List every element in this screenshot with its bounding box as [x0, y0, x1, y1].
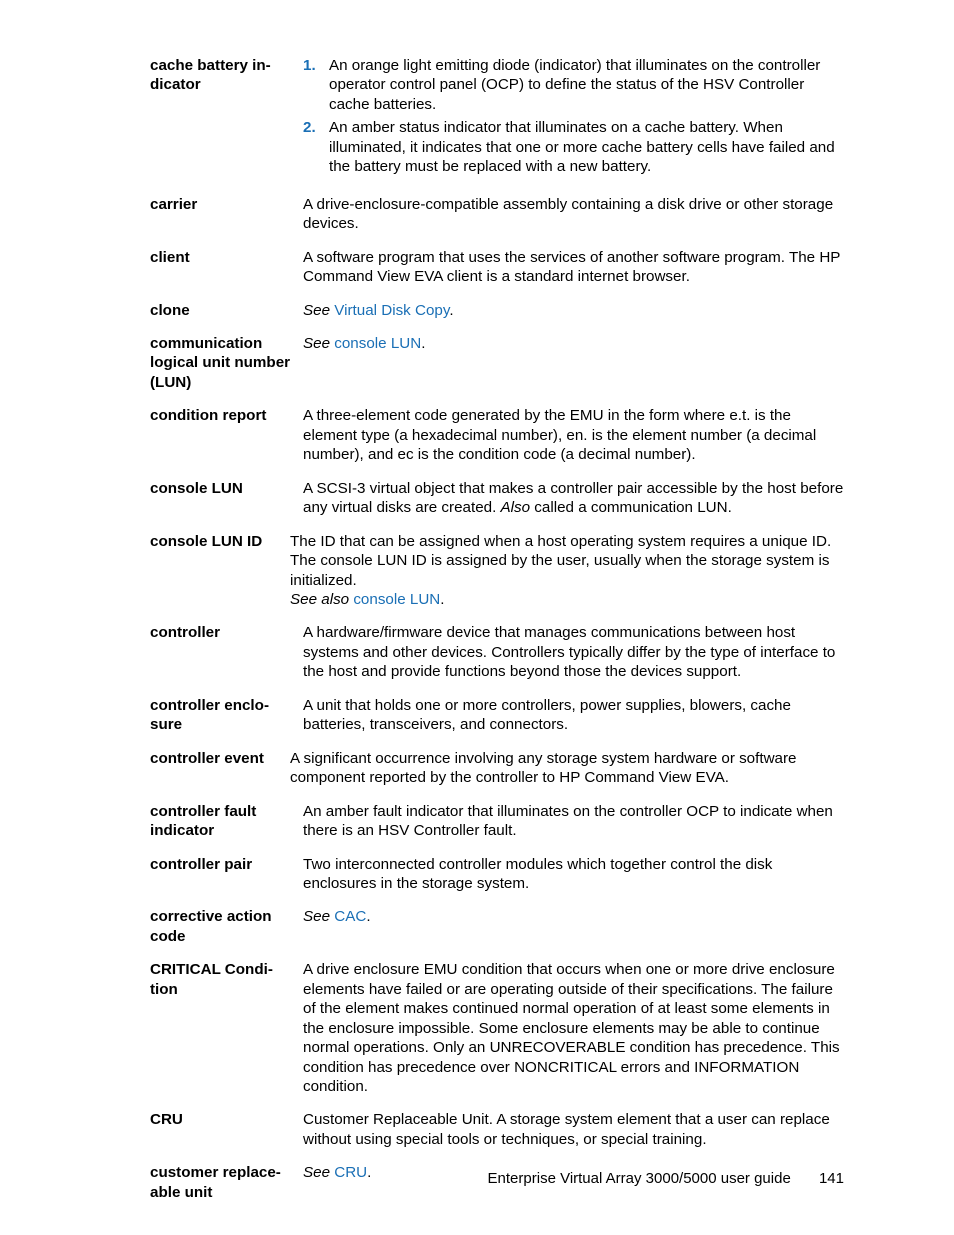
glossary-term: controller — [150, 623, 303, 642]
glossary-term: controller event — [150, 749, 290, 768]
glossary-entry: CRITICAL Condi­tionA drive enclosure EMU… — [150, 960, 844, 1096]
glossary-definition: A unit that holds one or more controller… — [303, 696, 844, 735]
cross-reference-link[interactable]: console LUN — [334, 335, 421, 352]
glossary-term: console LUN — [150, 479, 303, 498]
glossary-entry: condition reportA three-element code gen… — [150, 406, 844, 464]
glossary-definition: See console LUN. — [303, 334, 844, 353]
see-suffix: . — [421, 335, 425, 352]
glossary-term: corrective action code — [150, 907, 303, 946]
glossary-entry: controller eventA significant occurrence… — [150, 749, 844, 788]
see-suffix: . — [449, 302, 453, 319]
see-prefix: See — [303, 908, 334, 925]
glossary-term: client — [150, 248, 303, 267]
glossary-entry: carrierA drive-enclosure-compatible asse… — [150, 195, 844, 234]
glossary-term: cache battery in­dicator — [150, 56, 303, 95]
glossary-term: CRITICAL Condi­tion — [150, 960, 303, 999]
glossary-term: customer replace­able unit — [150, 1163, 303, 1202]
page: cache battery in­dicator1.An orange ligh… — [0, 0, 954, 1235]
also-label: Also — [501, 499, 531, 516]
list-item: 1.An orange light emitting diode (indica… — [303, 56, 844, 114]
list-number: 2. — [303, 118, 329, 137]
glossary-definition: A significant occurrence involving any s… — [290, 749, 844, 788]
definition-text: The ID that can be assigned when a host … — [290, 532, 844, 590]
glossary-term: controller enclo­sure — [150, 696, 303, 735]
cross-reference-link[interactable]: console LUN — [353, 591, 440, 608]
glossary-term: CRU — [150, 1110, 303, 1129]
glossary-entry: cache battery in­dicator1.An orange ligh… — [150, 56, 844, 181]
glossary-term: console LUN ID — [150, 532, 290, 551]
glossary-term: controller fault indicator — [150, 802, 303, 841]
glossary-term: carrier — [150, 195, 303, 214]
see-prefix: See — [303, 1164, 334, 1181]
glossary-definition: The ID that can be assigned when a host … — [290, 532, 844, 610]
glossary-term: clone — [150, 301, 303, 320]
numbered-list: 1.An orange light emitting diode (indica… — [303, 56, 844, 177]
glossary-entry: controller pairTwo interconnected contro… — [150, 855, 844, 894]
see-suffix: . — [367, 1164, 371, 1181]
glossary-list: cache battery in­dicator1.An orange ligh… — [150, 56, 844, 1202]
glossary-entry: cloneSee Virtual Disk Copy. — [150, 301, 844, 320]
glossary-entry: controller enclo­sureA unit that holds o… — [150, 696, 844, 735]
glossary-definition: See CAC. — [303, 907, 844, 926]
list-item: 2.An amber status indicator that illumin… — [303, 118, 844, 176]
definition-text: called a communication LUN. — [530, 499, 732, 516]
glossary-definition: A three-element code generated by the EM… — [303, 406, 844, 464]
glossary-definition: A software program that uses the service… — [303, 248, 844, 287]
page-number: 141 — [819, 1170, 844, 1187]
glossary-entry: controllerA hardware/firmware device tha… — [150, 623, 844, 681]
cross-reference-link[interactable]: Virtual Disk Copy — [334, 302, 449, 319]
glossary-definition: A SCSI-3 virtual object that makes a con… — [303, 479, 844, 518]
see-suffix: . — [366, 908, 370, 925]
glossary-definition: A drive-enclosure-compatible assembly co… — [303, 195, 844, 234]
glossary-entry: controller fault indicatorAn amber fault… — [150, 802, 844, 841]
page-footer: Enterprise Virtual Array 3000/5000 user … — [488, 1170, 844, 1187]
see-prefix: See — [303, 302, 334, 319]
doc-title: Enterprise Virtual Array 3000/5000 user … — [488, 1170, 791, 1187]
glossary-definition: Two interconnected controller modules wh… — [303, 855, 844, 894]
see-prefix: See — [303, 335, 334, 352]
glossary-term: communication logical unit num­ber (LUN) — [150, 334, 303, 392]
glossary-definition: 1.An orange light emitting diode (indica… — [303, 56, 844, 181]
glossary-entry: clientA software program that uses the s… — [150, 248, 844, 287]
cross-reference-link[interactable]: CAC — [334, 908, 366, 925]
glossary-definition: A hardware/firmware device that manages … — [303, 623, 844, 681]
list-text: An orange light emitting diode (indicato… — [329, 56, 844, 114]
glossary-definition: A drive enclosure EMU condition that occ… — [303, 960, 844, 1096]
glossary-definition: An amber fault indicator that illuminate… — [303, 802, 844, 841]
glossary-term: controller pair — [150, 855, 303, 874]
cross-reference-link[interactable]: CRU — [334, 1164, 367, 1181]
glossary-definition: Customer Replaceable Unit. A storage sys… — [303, 1110, 844, 1149]
glossary-entry: CRUCustomer Replaceable Unit. A storage … — [150, 1110, 844, 1149]
list-number: 1. — [303, 56, 329, 75]
list-text: An amber status indicator that illuminat… — [329, 118, 844, 176]
glossary-definition: See Virtual Disk Copy. — [303, 301, 844, 320]
glossary-entry: corrective action codeSee CAC. — [150, 907, 844, 946]
glossary-entry: communication logical unit num­ber (LUN)… — [150, 334, 844, 392]
glossary-entry: console LUN IDThe ID that can be assigne… — [150, 532, 844, 610]
see-also: See also console LUN. — [290, 590, 844, 609]
see-also-prefix: See also — [290, 591, 353, 608]
see-also-suffix: . — [440, 591, 444, 608]
glossary-term: condition report — [150, 406, 303, 425]
glossary-entry: console LUNA SCSI-3 virtual object that … — [150, 479, 844, 518]
